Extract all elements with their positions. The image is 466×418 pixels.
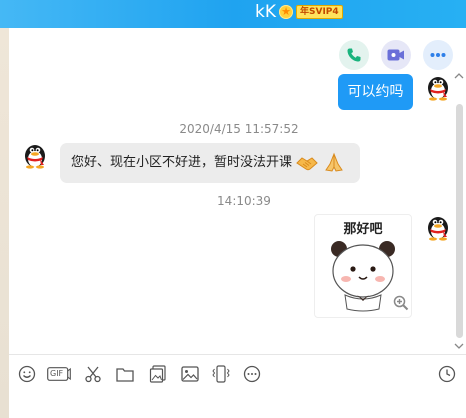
emoji-button[interactable] (17, 364, 37, 384)
more-actions-button[interactable] (423, 40, 453, 70)
more-icon (243, 365, 261, 383)
scissors-icon (85, 366, 101, 383)
my-avatar[interactable] (423, 211, 453, 241)
gif-button[interactable]: GIF (47, 364, 71, 384)
video-camera-icon (387, 49, 404, 61)
smiley-icon (18, 365, 36, 383)
chat-scrollbar[interactable] (454, 70, 464, 354)
contact-title: kK ★ 年SVIP4 (255, 2, 343, 22)
window-left-edge (0, 28, 9, 418)
message-history-button[interactable] (437, 364, 457, 384)
my-message-bubble[interactable]: 可以约吗 (338, 74, 413, 110)
scroll-down-arrow-icon[interactable] (454, 342, 464, 350)
panda-bear-sticker (331, 241, 395, 312)
input-toolbar: GIF (9, 354, 466, 389)
contact-avatar[interactable] (20, 139, 50, 169)
screenshot-button[interactable] (83, 364, 103, 384)
vibrate-icon (212, 365, 230, 383)
history-clock-icon (438, 365, 456, 383)
vip-star-icon: ★ (279, 5, 293, 19)
send-image-button[interactable] (180, 364, 200, 384)
picture-icon (181, 366, 199, 382)
voice-call-button[interactable] (339, 40, 369, 70)
sticker-message[interactable]: 那好吧 (314, 214, 412, 318)
contact-name[interactable]: kK (255, 2, 276, 22)
send-document-button[interactable] (148, 364, 168, 384)
my-avatar[interactable] (423, 71, 453, 101)
vip-badge: 年SVIP4 (296, 5, 343, 19)
gif-label: GIF (50, 369, 64, 378)
video-call-button[interactable] (381, 40, 411, 70)
hands-together-emoji (325, 152, 343, 172)
scroll-thumb[interactable] (456, 104, 463, 338)
message-timestamp: 14:10:39 (217, 194, 271, 208)
message-timestamp: 2020/4/15 11:57:52 (179, 122, 299, 136)
phone-icon (347, 48, 361, 62)
send-file-button[interactable] (115, 364, 135, 384)
contact-message-bubble[interactable]: 您好、现在小区不好进，暂时没法开课 (60, 143, 360, 183)
folder-icon (116, 368, 134, 382)
image-file-icon (149, 365, 166, 383)
more-dots-icon (430, 53, 446, 57)
handshake-emoji (296, 157, 318, 171)
shake-window-button[interactable] (211, 364, 231, 384)
more-tools-button[interactable] (242, 364, 262, 384)
message-input[interactable] (9, 389, 466, 418)
zoom-in-icon[interactable] (393, 295, 409, 311)
chat-history: 可以约吗 2020/4/15 11:57:52 您好、现在小区不好进，暂时没法开… (9, 28, 466, 354)
contact-message-text: 您好、现在小区不好进，暂时没法开课 (71, 155, 293, 170)
scroll-up-arrow-icon[interactable] (454, 72, 464, 80)
title-bar: kK ★ 年SVIP4 (0, 0, 466, 28)
